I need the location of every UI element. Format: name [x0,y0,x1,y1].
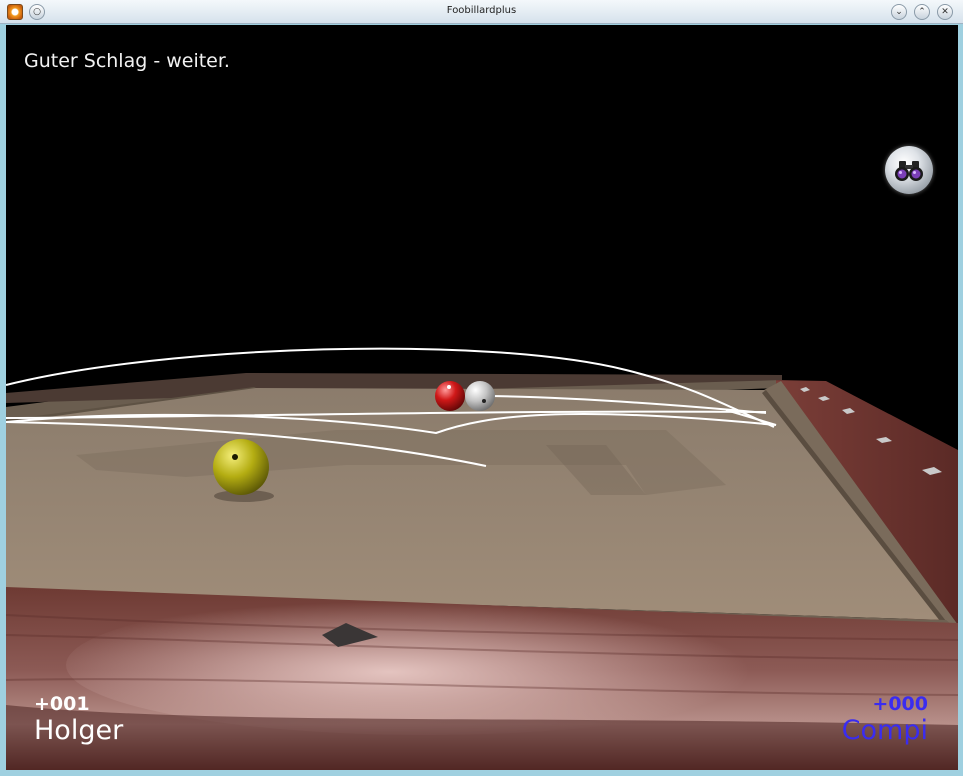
game-viewport[interactable]: Guter Schlag - weiter. +001 Holger +000 … [6,25,958,770]
status-message: Guter Schlag - weiter. [24,50,230,72]
player1-score: +001 [34,693,90,715]
player1-name: Holger [34,715,124,746]
maximize-button[interactable]: ⌃ [914,4,930,20]
white-ball[interactable] [465,381,495,411]
view-toggle-button[interactable] [885,146,933,194]
player2-name: Compi [841,715,928,746]
yellow-ball[interactable] [213,439,269,495]
window-titlebar[interactable]: ○ Foobillardplus ⌄ ⌃ ✕ [0,0,963,24]
player2-score: +000 [872,693,928,715]
pool-table-scene [6,347,958,770]
window-title: Foobillardplus [446,5,517,16]
minimize-button[interactable]: ⌄ [891,4,907,20]
close-button[interactable]: ✕ [937,4,953,20]
binoculars-icon [895,161,923,181]
